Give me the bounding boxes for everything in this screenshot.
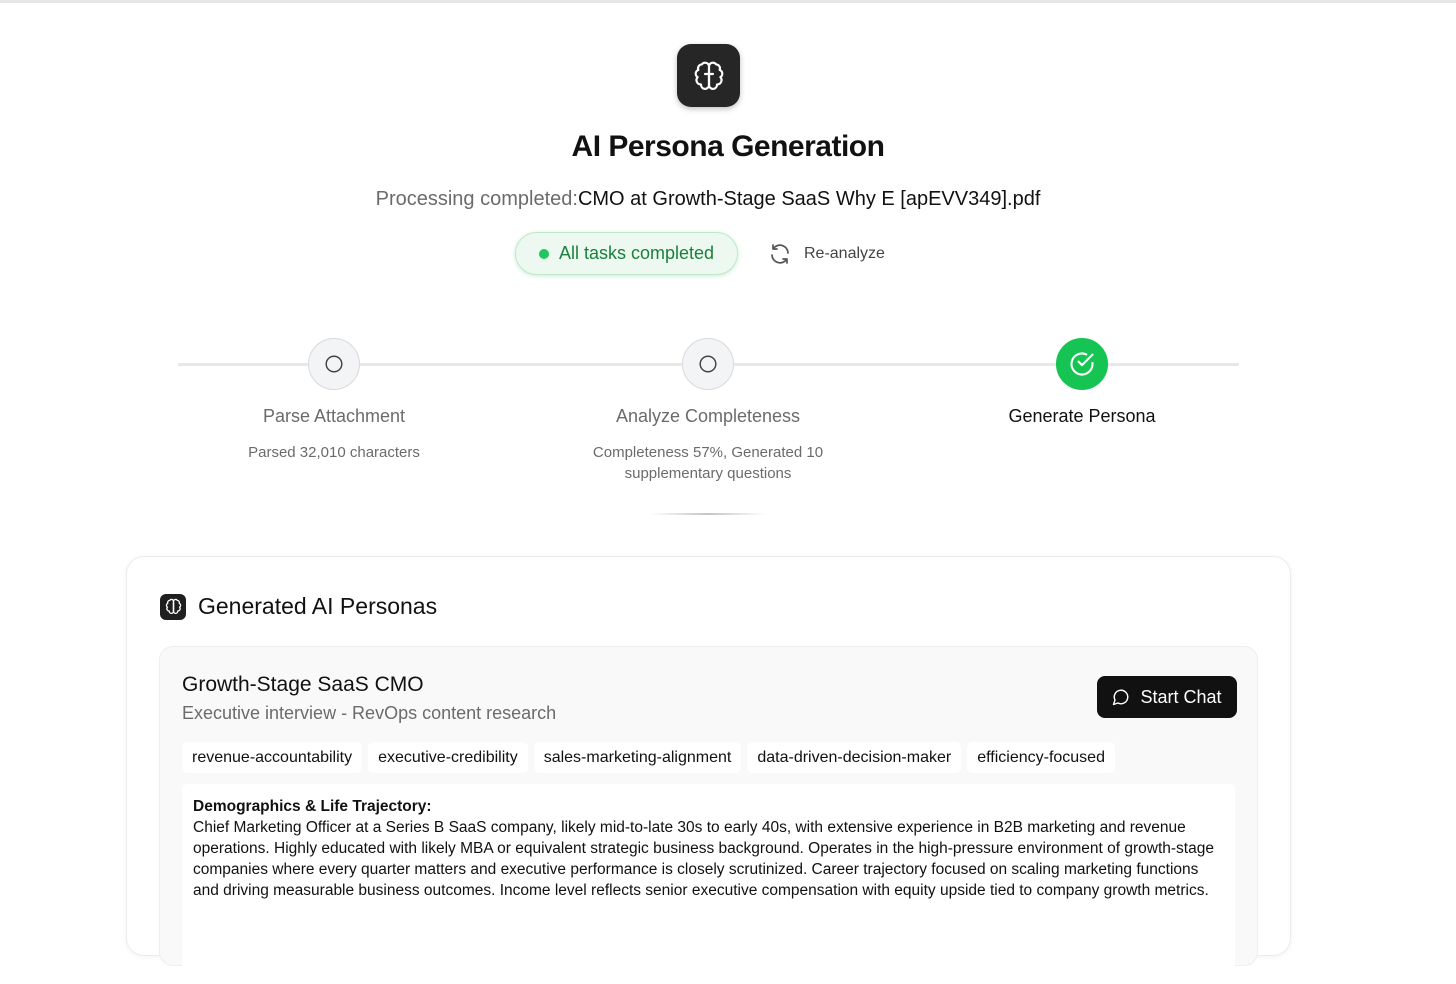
personas-header: Generated AI Personas (160, 593, 437, 620)
status-dot (538, 248, 549, 259)
file-name: CMO at Growth-Stage SaaS Why E [apEVV349… (577, 188, 1041, 210)
step-analyze-completeness-label: Analyze Completeness (615, 406, 801, 426)
refresh-icon (771, 244, 789, 264)
description-section-title: Demographics & Life Trajectory: (193, 798, 432, 815)
step-generate-persona-check-icon (1056, 338, 1108, 390)
tag-chip: executive-credibility (368, 742, 528, 773)
status-text: All tasks completed (558, 243, 715, 263)
processing-subtitle: Processing completed:CMO at Growth-Stage… (0, 188, 1416, 211)
tag-chip: efficiency-focused (967, 742, 1115, 773)
tag-chip: revenue-accountability (182, 742, 363, 773)
persona-description: Demographics & Life Trajectory: Chief Ma… (182, 784, 1235, 984)
tag-chip: data-driven-decision-maker (747, 742, 962, 773)
reanalyze-label: Re-analyze (804, 245, 885, 262)
step-analyze-completeness-icon (682, 338, 734, 390)
persona-subtitle: Executive interview - RevOps content res… (182, 703, 557, 723)
generated-personas-card: Generated AI Personas Growth-Stage SaaS … (126, 556, 1291, 984)
persona-card: Growth-Stage SaaS CMO Executive intervie… (159, 646, 1258, 984)
start-chat-label: Start Chat (1140, 686, 1222, 707)
step-generate-persona-label: Generate Persona (1008, 406, 1156, 426)
tag-chip: sales-marketing-alignment (533, 742, 742, 773)
brain-icon (677, 44, 740, 107)
step-analyze-completeness-desc: Completeness 57%, Generated 10 supplemen… (592, 444, 824, 482)
step-parse-attachment-icon (308, 338, 360, 390)
brain-icon (160, 593, 186, 620)
persona-name: Growth-Stage SaaS CMO (182, 673, 424, 696)
persona-tags: revenue-accountability executive-credibi… (182, 742, 1115, 773)
status-badge: All tasks completed (515, 232, 738, 275)
chat-bubble-icon (1113, 689, 1129, 706)
top-border (0, 0, 1456, 3)
section-divider (650, 513, 766, 515)
page-title: AI Persona Generation (571, 130, 885, 163)
start-chat-button[interactable]: Start Chat (1097, 676, 1237, 718)
personas-section-title: Generated AI Personas (198, 593, 438, 619)
reanalyze-button[interactable]: Re-analyze (768, 240, 885, 268)
description-section-text: Chief Marketing Officer at a Series B Sa… (193, 819, 1214, 899)
step-parse-attachment-desc: Parsed 32,010 characters (248, 444, 420, 461)
processing-label: Processing completed: (375, 188, 578, 210)
step-parse-attachment-label: Parse Attachment (262, 406, 406, 426)
